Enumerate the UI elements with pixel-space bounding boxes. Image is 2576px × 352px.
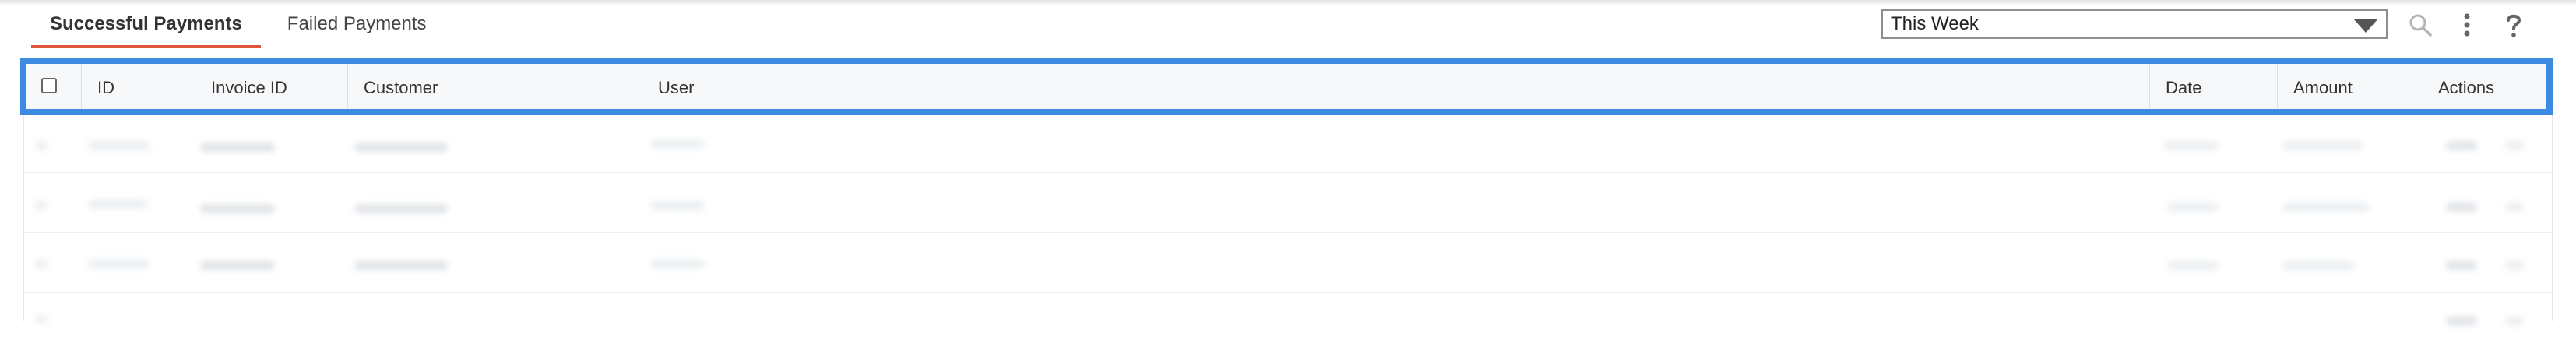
blurred-cell xyxy=(200,261,275,270)
blurred-cell xyxy=(650,139,705,149)
blurred-action xyxy=(2505,316,2524,326)
column-header-invoice-id[interactable]: Invoice ID xyxy=(195,61,348,112)
more-vertical-icon[interactable] xyxy=(2453,11,2481,39)
blurred-cell xyxy=(88,199,147,209)
select-all-checkbox[interactable] xyxy=(41,78,57,93)
blurred-cell xyxy=(2282,141,2363,150)
blurred-cell xyxy=(2282,202,2370,212)
blurred-action xyxy=(2446,202,2477,212)
table-header-row: ID Invoice ID Customer User Date Amount … xyxy=(24,61,2552,113)
search-icon[interactable] xyxy=(2406,11,2434,39)
blurred-action xyxy=(2505,141,2524,150)
blurred-cell xyxy=(2164,141,2219,150)
table-row[interactable] xyxy=(24,293,2552,352)
blurred-cell xyxy=(200,204,275,213)
blurred-cell xyxy=(2167,202,2219,212)
blurred-row-checkbox xyxy=(35,315,48,324)
blurred-row-checkbox xyxy=(35,201,48,210)
blurred-cell xyxy=(354,261,448,270)
column-header-amount[interactable]: Amount xyxy=(2278,61,2405,112)
column-header-actions: Actions xyxy=(2438,78,2495,97)
blurred-cell xyxy=(650,259,705,269)
column-header-date[interactable]: Date xyxy=(2150,61,2278,112)
blurred-cell xyxy=(2167,261,2219,270)
table-row[interactable] xyxy=(24,233,2552,293)
table-row[interactable] xyxy=(24,113,2552,173)
blurred-row-checkbox xyxy=(35,141,48,150)
blurred-action xyxy=(2446,261,2477,270)
blurred-cell xyxy=(354,143,448,152)
blurred-cell xyxy=(88,141,150,150)
payments-table: ID Invoice ID Customer User Date Amount … xyxy=(23,61,2553,326)
blurred-cell xyxy=(88,259,150,269)
payment-tabs: Successful Payments Failed Payments xyxy=(31,0,445,50)
blurred-row-checkbox xyxy=(35,259,48,269)
help-icon[interactable] xyxy=(2500,11,2528,39)
select-all-cell xyxy=(24,61,82,112)
table-row[interactable] xyxy=(24,173,2552,233)
blurred-action xyxy=(2505,261,2524,270)
period-select[interactable]: This Week xyxy=(1881,9,2388,39)
blurred-cell xyxy=(354,204,448,213)
blurred-action xyxy=(2505,202,2524,212)
blurred-cell xyxy=(2282,261,2354,270)
blurred-action xyxy=(2446,316,2477,326)
tab-successful-payments[interactable]: Successful Payments xyxy=(31,0,261,48)
blurred-cell xyxy=(650,201,705,210)
blurred-cell xyxy=(200,143,275,152)
column-header-user[interactable]: User xyxy=(642,61,2150,112)
chevron-down-icon xyxy=(2353,19,2378,33)
column-header-customer[interactable]: Customer xyxy=(348,61,642,112)
column-header-id[interactable]: ID xyxy=(82,61,195,112)
tab-failed-payments[interactable]: Failed Payments xyxy=(269,0,445,48)
blurred-action xyxy=(2446,141,2477,150)
period-select-value: This Week xyxy=(1891,13,1979,34)
